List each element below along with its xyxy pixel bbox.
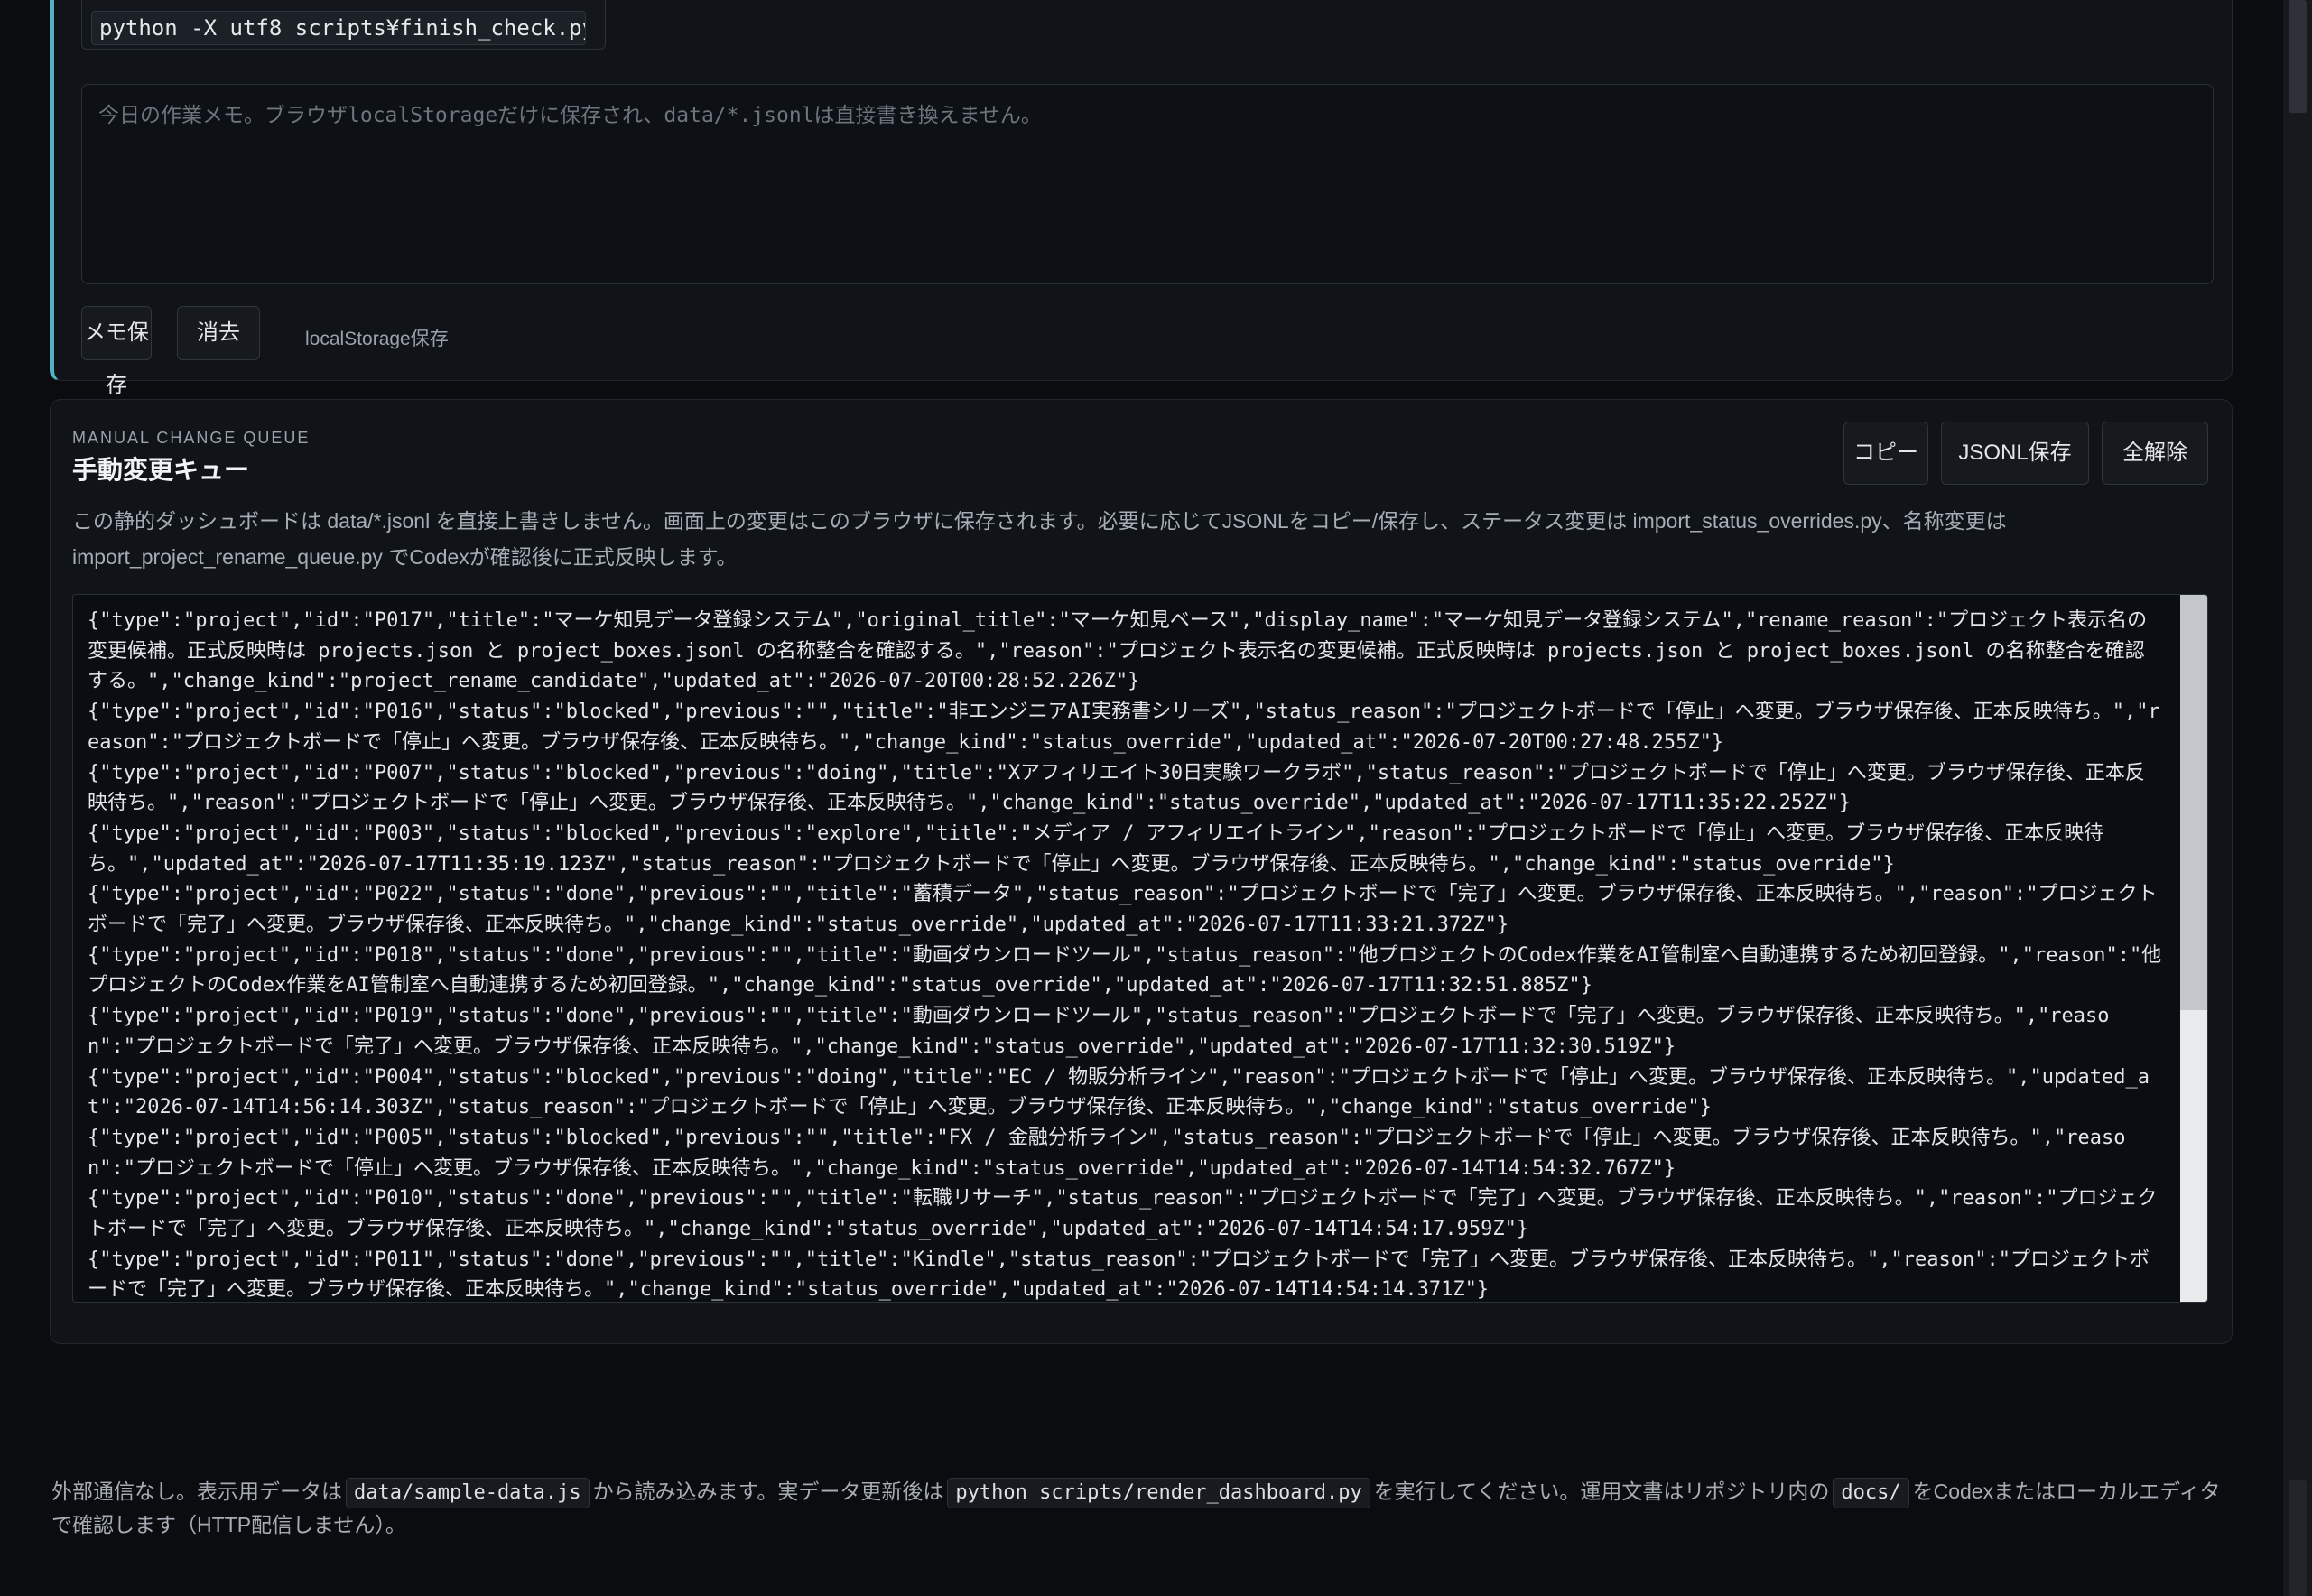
queue-title: 手動変更キュー xyxy=(72,455,250,485)
page-scrollbar-track-end xyxy=(2289,1480,2307,1596)
finish-check-command[interactable]: python -X utf8 scripts¥finish_check.py xyxy=(91,11,586,45)
queue-eyebrow: MANUAL CHANGE QUEUE xyxy=(72,429,311,447)
queue-clear-all-button[interactable]: 全解除 xyxy=(2102,422,2208,485)
queue-jsonl-text: {"type":"project","id":"P017","title":"マ… xyxy=(88,609,2162,1302)
memo-textarea[interactable] xyxy=(81,84,2214,284)
footer-text-3: を実行してください。運用文書はリポジトリ内の xyxy=(1373,1480,1830,1503)
footer-note: 外部通信なし。表示用データは data/sample-data.js から読み込みま… xyxy=(51,1475,2227,1541)
memo-clear-button[interactable]: 消去 xyxy=(177,306,260,360)
manual-change-queue-panel: MANUAL CHANGE QUEUE 手動変更キュー コピー JSONL保存 … xyxy=(50,399,2233,1344)
page-scrollbar[interactable] xyxy=(2283,0,2312,1596)
queue-scrollbar[interactable] xyxy=(2180,595,2207,1302)
queue-jsonl-save-button[interactable]: JSONL保存 xyxy=(1941,422,2089,485)
footer-code-sample-data: data/sample-data.js xyxy=(346,1478,590,1508)
queue-jsonl-output[interactable]: {"type":"project","id":"P017","title":"マ… xyxy=(72,594,2208,1303)
footer-text-1: 外部通信なし。表示用データは xyxy=(51,1480,342,1503)
memo-storage-note: localStorage保存 xyxy=(305,329,449,349)
page-scrollbar-thumb[interactable] xyxy=(2289,0,2307,113)
queue-copy-button[interactable]: コピー xyxy=(1843,422,1928,485)
command-box: python -X utf8 scripts¥finish_check.py xyxy=(81,0,606,50)
memo-panel: python -X utf8 scripts¥finish_check.py メ… xyxy=(50,0,2233,397)
queue-scrollbar-thumb[interactable] xyxy=(2180,595,2207,1010)
footer-text-2: から読み込みます。実データ更新後は xyxy=(592,1480,944,1503)
queue-description: この静的ダッシュボードは data/*.jsonl を直接上書きしません。画面上… xyxy=(72,509,2007,569)
footer-code-docs: docs/ xyxy=(1833,1478,1909,1508)
memo-save-button[interactable]: メモ保存 xyxy=(81,306,152,397)
footer-code-render-command: python scripts/render_dashboard.py xyxy=(947,1478,1370,1508)
